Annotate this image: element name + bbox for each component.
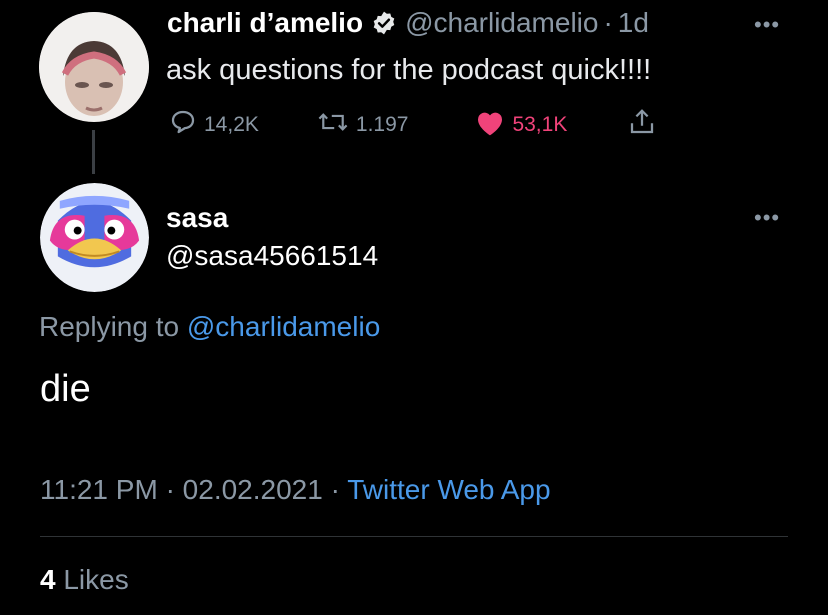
- reply-count: 14,2K: [204, 113, 259, 136]
- tweet-meta-line: 11:21 PM · 02.02.2021 · Twitter Web App: [40, 474, 551, 506]
- retweet-icon: [316, 107, 350, 143]
- like-count: 53,1K: [512, 113, 568, 136]
- meta-divider: [40, 536, 788, 537]
- replying-to-prefix: Replying to: [39, 311, 180, 342]
- tweet-time: 11:21 PM: [40, 474, 158, 505]
- replying-to-line: Replying to @charlidamelio: [39, 311, 380, 343]
- tweet-date: 02.02.2021: [182, 474, 323, 505]
- avatar-sasa-image: [40, 183, 149, 292]
- parent-time-ago[interactable]: 1d: [618, 7, 649, 39]
- meta-dot-1: ·: [165, 474, 175, 505]
- parent-handle[interactable]: @charlidamelio: [405, 7, 598, 39]
- reply-icon: [168, 107, 198, 143]
- like-button[interactable]: 53,1K: [474, 107, 567, 143]
- likes-count: 4: [40, 564, 56, 595]
- reply-display-name[interactable]: sasa: [166, 202, 228, 234]
- thread-connector-line: [92, 130, 95, 174]
- avatar-sasa[interactable]: [40, 183, 149, 292]
- avatar-charli-image: [39, 12, 149, 122]
- likes-label: Likes: [63, 564, 129, 595]
- reply-more-icon[interactable]: •••: [754, 207, 780, 229]
- parent-display-name[interactable]: charli d’amelio: [167, 7, 363, 39]
- reply-button[interactable]: 14,2K: [168, 107, 259, 143]
- parent-tweet-text: ask questions for the podcast quick!!!!: [166, 54, 652, 86]
- replying-to-handle[interactable]: @charlidamelio: [187, 311, 380, 342]
- avatar-charli[interactable]: [39, 12, 149, 122]
- reply-handle[interactable]: @sasa45661514: [166, 240, 378, 272]
- share-button[interactable]: [627, 107, 657, 143]
- reply-tweet-text: die: [40, 368, 91, 410]
- like-icon: [474, 107, 506, 143]
- verified-badge-icon: [371, 10, 397, 36]
- likes-summary[interactable]: 4 Likes: [40, 564, 129, 596]
- meta-dot-2: ·: [330, 474, 340, 505]
- tweet-source[interactable]: Twitter Web App: [347, 474, 550, 505]
- retweet-count: 1.197: [355, 113, 409, 136]
- retweet-button[interactable]: 1.197: [316, 107, 409, 143]
- parent-more-icon[interactable]: •••: [754, 14, 780, 36]
- parent-separator: ·: [603, 7, 613, 38]
- share-icon: [627, 107, 657, 143]
